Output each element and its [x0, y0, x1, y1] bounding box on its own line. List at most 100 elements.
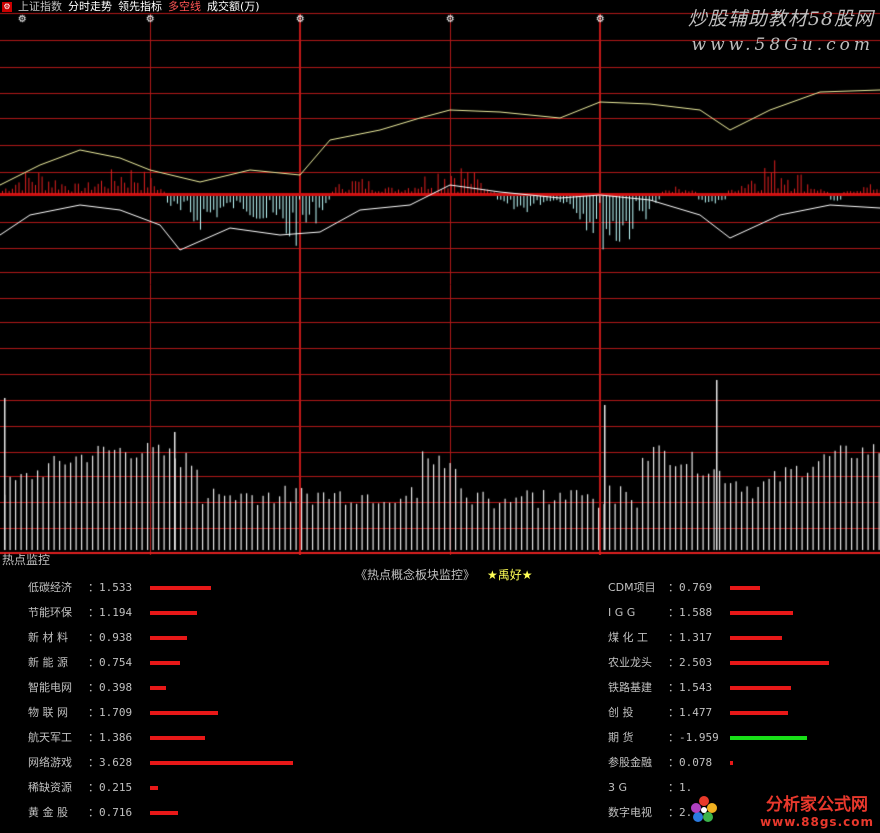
separator: ： [88, 606, 99, 619]
right-sector-row[interactable]: 3 G ：1. [608, 780, 692, 796]
right-sector-row[interactable]: 创 投 ：1.477 [608, 705, 712, 721]
sector-strength-bar [150, 711, 218, 715]
watermark: 炒股辅助教材58股网 www.58Gu.com [688, 4, 874, 55]
sector-strength-bar [730, 636, 783, 640]
right-sector-row[interactable]: I G G ：1.588 [608, 605, 712, 621]
sector-strength-bar [730, 611, 793, 615]
chart-toolbar: ⚙ 上证指数 分时走势 领先指标 多空线 成交额(万) [0, 0, 266, 14]
separator: ： [668, 731, 679, 744]
separator: ： [88, 756, 99, 769]
sector-strength-bar [150, 611, 198, 615]
sector-strength-bar [730, 586, 761, 590]
sector-name: I G G [608, 606, 636, 619]
separator: ： [668, 806, 679, 819]
left-sector-row[interactable]: 新 能 源 ：0.754 [28, 655, 132, 671]
sector-name: 铁路基建 [608, 681, 652, 694]
sector-name: 数字电视 [608, 806, 652, 819]
sector-name: 航天军工 [28, 731, 72, 744]
sector-name: 煤 化 工 [608, 631, 648, 644]
sector-strength-bar [150, 786, 159, 790]
watermark-title: 炒股辅助教材58股网 [687, 8, 874, 30]
leading-indicator-label[interactable]: 领先指标 [118, 0, 162, 13]
left-sector-row[interactable]: 物 联 网 ：1.709 [28, 705, 132, 721]
separator: ： [668, 656, 679, 669]
sector-name: 农业龙头 [608, 656, 652, 669]
turnover-label[interactable]: 成交额(万) [207, 0, 260, 13]
sector-value: 0.938 [99, 631, 133, 644]
sector-name: 新 能 源 [28, 656, 68, 669]
right-sector-row[interactable]: 数字电视 ：2. [608, 805, 692, 821]
right-sector-row[interactable]: 铁路基建 ：1.543 [608, 680, 712, 696]
left-sector-row[interactable]: 节能环保 ：1.194 [28, 605, 132, 621]
sector-value: 0.716 [99, 806, 133, 819]
sector-strength-bar [730, 736, 808, 740]
panel-star-text: ★禹好★ [487, 568, 533, 582]
separator: ： [668, 756, 679, 769]
right-sector-row[interactable]: 煤 化 工 ：1.317 [608, 630, 712, 646]
panel-label: 热点监控 [2, 553, 51, 567]
sector-strength-bar [150, 686, 166, 690]
sector-value: 0.769 [679, 581, 713, 594]
sector-strength-bar [150, 811, 179, 815]
separator: ： [668, 606, 679, 619]
left-sector-row[interactable]: 稀缺资源 ：0.215 [28, 780, 132, 796]
sector-name: 智能电网 [28, 681, 72, 694]
sector-name: CDM项目 [608, 581, 656, 594]
index-name[interactable]: 上证指数 [18, 0, 62, 13]
sector-value: 0.398 [99, 681, 133, 694]
sector-value: 1.543 [679, 681, 713, 694]
sector-strength-bar [730, 761, 734, 765]
left-sector-row[interactable]: 黄 金 股 ：0.716 [28, 805, 132, 821]
sector-name: 网络游戏 [28, 756, 72, 769]
sector-name: 3 G [608, 781, 628, 794]
right-sector-row[interactable]: 期 货 ：-1.959 [608, 730, 719, 746]
right-sector-row[interactable]: 参股金融 ：0.078 [608, 755, 712, 771]
sector-strength-bar [150, 636, 188, 640]
sector-value: 1.588 [679, 606, 713, 619]
right-sector-row[interactable]: 农业龙头 ：2.503 [608, 655, 712, 671]
sector-value: 1. [679, 781, 693, 794]
settings-icon[interactable]: ⚙ [2, 2, 12, 12]
left-sector-row[interactable]: 航天军工 ：1.386 [28, 730, 132, 746]
separator: ： [668, 581, 679, 594]
separator: ： [88, 731, 99, 744]
separator: ： [88, 806, 99, 819]
intraday-trend-label[interactable]: 分时走势 [68, 0, 112, 13]
watermark-url: www.58Gu.com [691, 35, 874, 55]
separator: ： [88, 581, 99, 594]
sector-name: 稀缺资源 [28, 781, 72, 794]
sector-strength-bar [730, 661, 829, 665]
sector-strength-bar [150, 661, 180, 665]
sector-value: -1.959 [679, 731, 719, 744]
sector-value: 0.078 [679, 756, 713, 769]
sector-value: 3.628 [99, 756, 133, 769]
left-sector-row[interactable]: 智能电网 ：0.398 [28, 680, 132, 696]
separator: ： [88, 781, 99, 794]
sector-value: 0.754 [99, 656, 133, 669]
sector-name: 低碳经济 [28, 581, 72, 594]
sector-value: 1.709 [99, 706, 133, 719]
separator: ： [668, 681, 679, 694]
left-sector-row[interactable]: 低碳经济 ：1.533 [28, 580, 132, 596]
intraday-chart[interactable] [0, 0, 880, 555]
left-sector-row[interactable]: 新 材 料 ：0.938 [28, 630, 132, 646]
sector-value: 1.317 [679, 631, 713, 644]
sector-name: 期 货 [608, 731, 634, 744]
sector-name: 物 联 网 [28, 706, 68, 719]
sector-strength-bar [150, 586, 211, 590]
left-sector-row[interactable]: 网络游戏 ：3.628 [28, 755, 132, 771]
separator: ： [668, 781, 679, 794]
right-sector-row[interactable]: CDM项目 ：0.769 [608, 580, 712, 596]
sector-strength-bar [730, 686, 791, 690]
sector-value: 1.477 [679, 706, 713, 719]
sector-strength-bar [150, 736, 205, 740]
sector-value: 0.215 [99, 781, 133, 794]
sector-strength-bar [150, 761, 294, 765]
sector-name: 新 材 料 [28, 631, 68, 644]
bull-bear-line-label[interactable]: 多空线 [168, 0, 201, 13]
separator: ： [88, 631, 99, 644]
sector-name: 参股金融 [608, 756, 652, 769]
separator: ： [668, 631, 679, 644]
sector-name: 黄 金 股 [28, 806, 68, 819]
sector-name: 节能环保 [28, 606, 72, 619]
